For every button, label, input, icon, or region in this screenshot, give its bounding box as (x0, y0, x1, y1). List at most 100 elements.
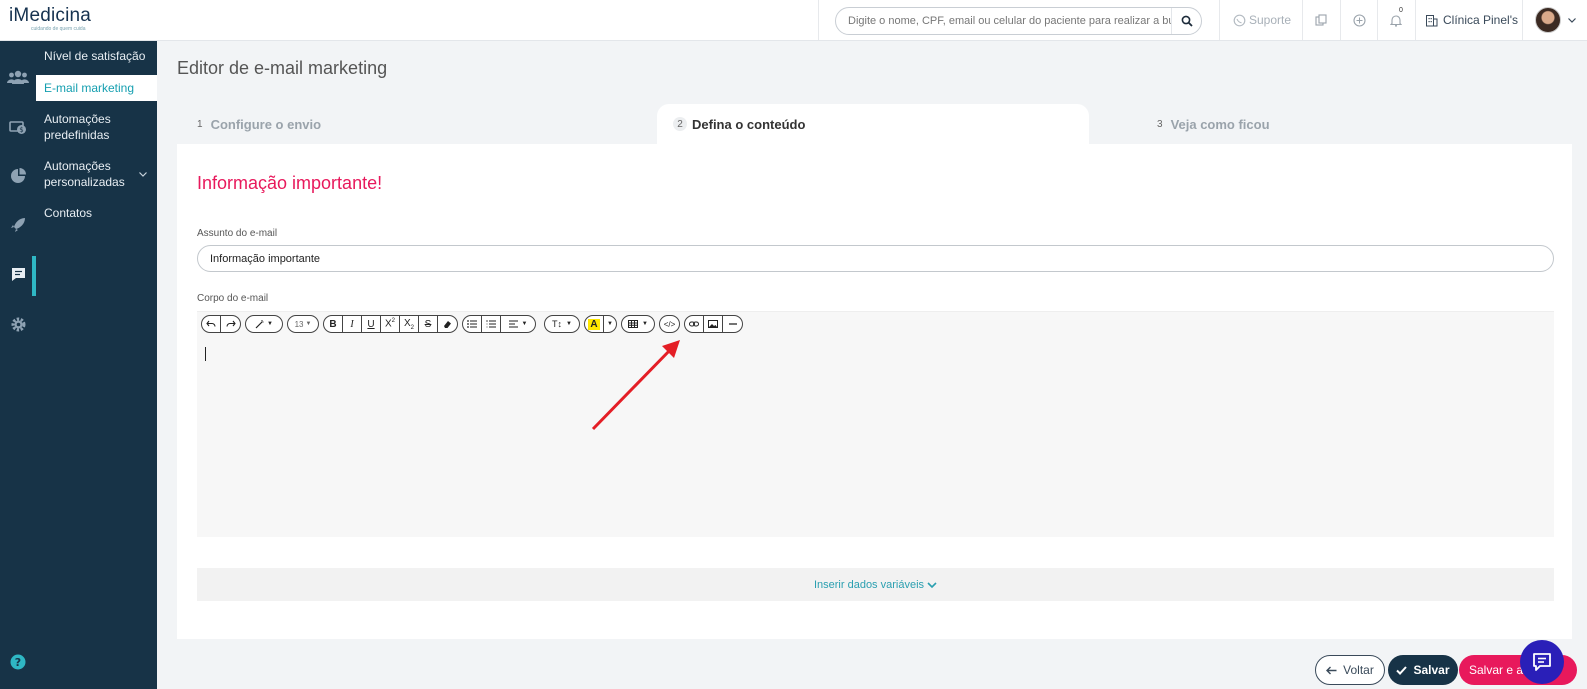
message-icon (11, 267, 25, 281)
style-group: ▼ (245, 315, 283, 333)
save-button[interactable]: Salvar (1388, 655, 1458, 685)
back-button[interactable]: Voltar (1315, 655, 1385, 685)
font-size-dropdown[interactable]: 13 ▼ (288, 316, 318, 332)
style-dropdown[interactable]: ▼ (246, 316, 282, 332)
bold-button[interactable]: B (324, 316, 343, 332)
italic-button[interactable]: I (343, 316, 362, 332)
link-button[interactable] (685, 316, 704, 332)
strikethrough-button[interactable]: S (419, 316, 438, 332)
nav-marketing[interactable] (4, 260, 32, 288)
subnav-item-email-marketing[interactable]: E-mail marketing (36, 75, 157, 101)
step-label: Veja como ficou (1170, 116, 1270, 132)
chat-icon (1533, 653, 1551, 671)
users-icon (7, 70, 29, 84)
history-group (201, 315, 241, 333)
subject-label: Assunto do e-mail (197, 228, 278, 239)
step-number: 3 (1157, 118, 1163, 130)
font-size-value: 13 (294, 319, 304, 329)
image-button[interactable] (704, 316, 723, 332)
chevron-down-icon (1568, 18, 1576, 23)
patient-search[interactable]: Digite o nome, CPF, email ou celular do … (835, 7, 1202, 35)
rocket-icon (11, 218, 25, 232)
copy-button[interactable] (1315, 0, 1327, 40)
step-label: Defina o conteúdo (692, 116, 806, 132)
logo-tagline: cuidando de quem cuida (31, 26, 86, 32)
nav-reports[interactable] (4, 162, 32, 190)
format-group: B I U X2 X2 S (323, 315, 458, 333)
bullet-list-button[interactable] (463, 316, 482, 332)
divider (1340, 0, 1341, 40)
subnav-item-contacts[interactable]: Contatos (36, 200, 157, 226)
notifications-button[interactable]: 0 (1390, 0, 1410, 40)
nav-launch[interactable] (4, 211, 32, 239)
subject-field[interactable]: Informação importante (197, 245, 1554, 272)
table-group: ▼ (621, 315, 655, 333)
align-dropdown[interactable]: ▼ (501, 316, 535, 332)
marketing-subnav: Nível de satisfação E-mail marketing Aut… (36, 41, 157, 689)
clinic-name: Clínica Pinel's (1443, 13, 1518, 27)
code-view-button[interactable]: </> (660, 316, 679, 332)
notification-count: 0 (1399, 7, 1403, 14)
numbered-list-button[interactable] (482, 316, 501, 332)
add-button[interactable] (1353, 0, 1366, 40)
insert-variables-label: Inserir dados variáveis (813, 578, 925, 591)
whatsapp-icon (1233, 14, 1246, 26)
subnav-item-satisfaction[interactable]: Nível de satisfação (36, 43, 157, 69)
help-icon: ? (10, 654, 26, 670)
table-dropdown[interactable]: ▼ (622, 316, 654, 332)
step-number: 1 (197, 118, 203, 130)
code-group: </> (659, 315, 680, 333)
undo-button[interactable] (202, 316, 221, 332)
subnav-item-custom-automations[interactable]: Automações personalizadas (36, 153, 157, 195)
text-cursor (205, 347, 206, 361)
table-icon (628, 320, 639, 328)
insert-variables-toggle[interactable]: Inserir dados variáveis (197, 568, 1554, 601)
copy-icon (1315, 14, 1327, 26)
underline-button[interactable]: U (362, 316, 381, 332)
search-input[interactable]: Digite o nome, CPF, email ou celular do … (836, 15, 1171, 27)
logo[interactable]: iMedicina cuidando de quem cuida (9, 5, 159, 32)
line-height-dropdown[interactable]: T↕ ▼ (545, 316, 579, 332)
chevron-down-icon (927, 581, 937, 588)
support-link[interactable]: Suporte (1233, 0, 1291, 40)
support-label: Suporte (1249, 13, 1292, 27)
editor-toolbar: ▼ 13 ▼ B I U X2 X2 S ▼ T↕ ▼ A ▼ ▼ </> (201, 315, 743, 333)
horizontal-rule-button[interactable] (723, 316, 742, 332)
step-label: Configure o envio (210, 116, 322, 132)
color-dropdown[interactable]: ▼ (604, 316, 616, 332)
chat-button[interactable] (1520, 640, 1564, 684)
font-size-group: 13 ▼ (287, 315, 319, 333)
text-color-button[interactable]: A (585, 316, 604, 332)
pie-chart-icon (11, 168, 26, 183)
numbered-list-icon (486, 320, 496, 328)
nav-settings[interactable] (4, 310, 32, 338)
subnav-item-label: Automações predefinidas (44, 112, 111, 142)
subnav-item-predefined-automations[interactable]: Automações predefinidas (36, 106, 157, 148)
italic-icon: I (350, 318, 354, 330)
step-configure[interactable]: 1 Configure o envio (197, 104, 321, 144)
nav-help[interactable]: ? (4, 648, 32, 676)
strikethrough-icon: S (424, 318, 432, 330)
user-menu[interactable] (1535, 0, 1577, 40)
superscript-button[interactable]: X2 (381, 316, 400, 332)
clear-format-button[interactable] (438, 316, 457, 332)
subscript-button[interactable]: X2 (400, 316, 419, 332)
image-icon (708, 320, 718, 328)
email-body-editor[interactable]: ▼ 13 ▼ B I U X2 X2 S ▼ T↕ ▼ A ▼ ▼ </> (197, 311, 1554, 537)
step-preview[interactable]: 3 Veja como ficou (1157, 104, 1270, 144)
search-icon (1181, 15, 1193, 27)
nav-patients[interactable] (4, 63, 32, 91)
clinic-selector[interactable]: Clínica Pinel's (1425, 0, 1518, 40)
link-icon (689, 321, 699, 327)
nav-finance[interactable]: $ (4, 113, 32, 141)
search-button[interactable] (1171, 8, 1201, 34)
eraser-icon (444, 320, 451, 328)
redo-button[interactable] (221, 316, 240, 332)
divider (1302, 0, 1303, 40)
step-number: 2 (673, 117, 687, 131)
step-content[interactable]: 2 Defina o conteúdo (657, 104, 1089, 144)
building-icon (1426, 14, 1438, 26)
top-bar: iMedicina cuidando de quem cuida Digite … (0, 0, 1587, 41)
divider (1522, 0, 1523, 40)
page-title: Editor de e-mail marketing (177, 58, 388, 78)
